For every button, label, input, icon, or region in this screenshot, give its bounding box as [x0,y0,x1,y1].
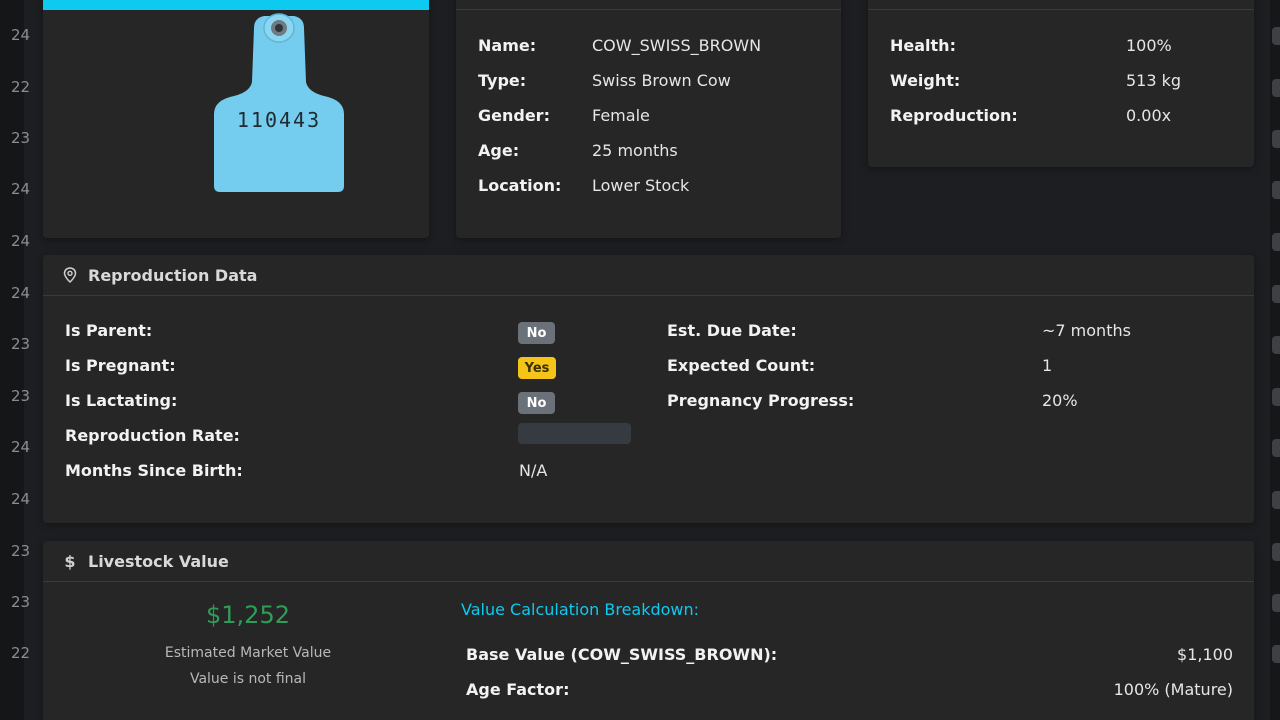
status-card-header [868,0,1254,10]
scroll-marker [1272,491,1280,509]
info-value: 25 months [592,141,678,160]
left-edge-number: 24 [11,284,31,302]
scroll-marker [1272,27,1280,45]
left-edge-number: 22 [11,78,31,96]
repro-label: Is Pregnant: [65,356,176,375]
breakdown-value: $1,100 [1177,645,1233,664]
info-value: Swiss Brown Cow [592,71,731,90]
animal-info-card: Name: COW_SWISS_BROWN Type: Swiss Brown Cow… [456,0,841,238]
livestock-value-title: Livestock Value [88,551,229,571]
status-label: Weight: [890,71,961,90]
status-label: Health: [890,36,956,55]
left-edge-column [0,0,24,720]
status-value: 0.00x [1126,106,1172,125]
scroll-marker [1272,388,1280,406]
repro-label: Reproduction Rate: [65,426,240,445]
info-label: Name: [478,36,537,55]
livestock-value-header: $ Livestock Value [43,541,1254,582]
scroll-marker [1272,130,1280,148]
left-edge-number: 24 [11,438,31,456]
left-edge-number: 23 [11,387,31,405]
reproduction-title: Reproduction Data [88,265,258,285]
left-edge-number: 24 [11,180,31,198]
repro-value: N/A [519,461,548,480]
repro-value: 20% [1042,391,1078,410]
info-value: Female [592,106,650,125]
info-label: Location: [478,176,562,195]
status-badge: No [518,322,555,344]
info-label: Gender: [478,106,550,125]
tag-card-accent-header [43,0,429,10]
tag-number: 110443 [236,108,322,132]
left-edge-number: 23 [11,129,31,147]
repro-label: Months Since Birth: [65,461,243,480]
scroll-marker [1272,336,1280,354]
left-edge-number: 23 [11,593,31,611]
left-edge-number: 23 [11,542,31,560]
info-card-header [456,0,841,10]
scroll-marker [1272,285,1280,303]
scroll-marker [1272,181,1280,199]
reproduction-header: Reproduction Data [43,255,1254,296]
status-value: 100% [1126,36,1172,55]
left-edge-number: 22 [11,644,31,662]
left-edge-number: 23 [11,335,31,353]
info-label: Type: [478,71,527,90]
scroll-marker [1272,594,1280,612]
scroll-marker [1272,543,1280,561]
info-value: Lower Stock [592,176,690,195]
reproduction-card: Reproduction Data Is Parent: No Is Pregnan… [43,255,1254,523]
repro-label: Est. Due Date: [667,321,797,340]
breakdown-label: Age Factor: [466,680,570,699]
status-badge: Yes [518,357,556,379]
breakdown-title: Value Calculation Breakdown: [461,600,700,619]
status-badge: No [518,392,555,414]
right-edge-scroll-markers [1270,0,1280,720]
dollar-icon: $ [64,551,76,571]
repro-value: 1 [1042,356,1053,375]
left-edge-number: 24 [11,490,31,508]
status-label: Reproduction: [890,106,1018,125]
repro-label: Pregnancy Progress: [667,391,855,410]
repro-label: Is Parent: [65,321,153,340]
market-value-amount: $1,252 [206,601,290,629]
breakdown-value: 100% (Mature) [1113,680,1233,699]
reproduction-rate-bar [518,423,631,444]
livestock-value-card: $ Livestock Value $1,252 Estimated Marke… [43,541,1254,720]
status-value: 513 kg [1126,71,1182,90]
left-edge-number: 24 [11,26,31,44]
left-edge-number: 24 [11,232,31,250]
ear-tag-card: 110443 [43,0,429,238]
animal-status-card: Health: 100% Weight: 513 kg Reproduction: 0.0… [868,0,1254,167]
repro-value: ~7 months [1042,321,1131,340]
scroll-marker [1272,439,1280,457]
info-value: COW_SWISS_BROWN [592,36,762,55]
market-value-caption: Estimated Market Value [164,645,332,661]
repro-label: Is Lactating: [65,391,178,410]
info-label: Age: [478,141,520,160]
repro-label: Expected Count: [667,356,816,375]
breakdown-label: Base Value (COW_SWISS_BROWN): [466,645,778,664]
scroll-marker [1272,233,1280,251]
map-pin-icon [62,267,78,283]
market-value-note: Value is not final [189,671,307,687]
scroll-marker [1272,79,1280,97]
scroll-marker [1272,645,1280,663]
